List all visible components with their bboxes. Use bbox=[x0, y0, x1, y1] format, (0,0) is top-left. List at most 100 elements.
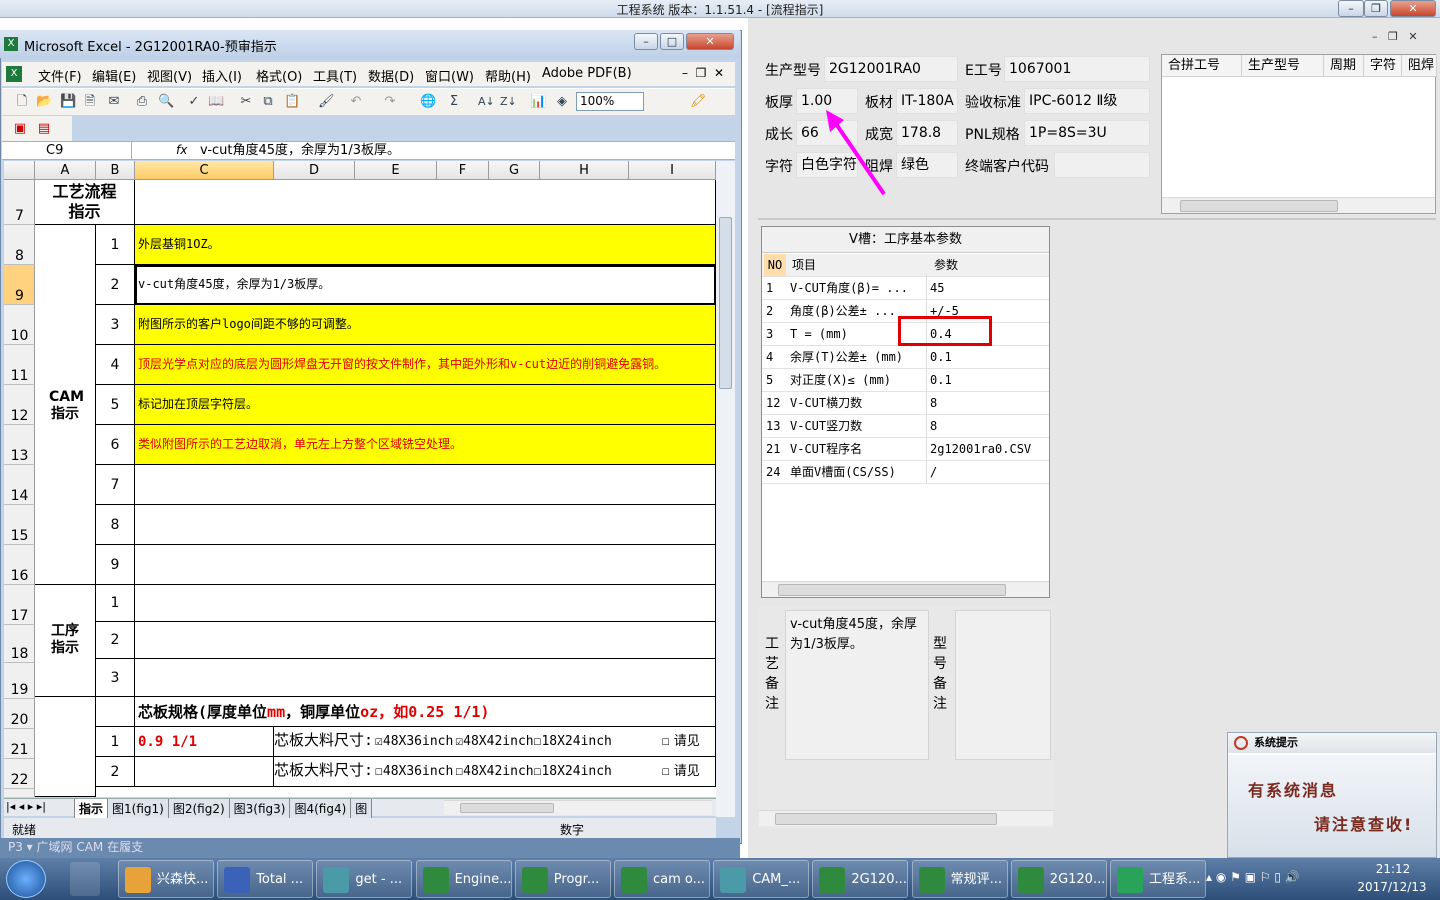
vgroove-row[interactable]: 4 余厚(T)公差± (mm) 0.1 bbox=[762, 346, 1049, 369]
row-header[interactable]: 17 bbox=[4, 585, 35, 625]
pdf-email-icon[interactable]: ▤ bbox=[36, 121, 52, 137]
zoom-select[interactable]: 100% bbox=[576, 92, 644, 111]
mdi-controls[interactable]: – ❐ ✕ bbox=[1372, 30, 1436, 44]
col-header-b[interactable]: B bbox=[96, 161, 135, 180]
col-header-h[interactable]: H bbox=[540, 161, 629, 180]
process-item-text[interactable] bbox=[135, 622, 716, 659]
taskbar-item[interactable]: CAM_... bbox=[713, 860, 810, 898]
print-preview-icon[interactable]: 🔍 bbox=[158, 94, 174, 110]
cam-item-text[interactable] bbox=[135, 465, 716, 505]
core-spec-title[interactable]: 芯板规格(厚度单位mm，铜厚单位oz，如0.25 1/1) bbox=[135, 697, 716, 727]
taskbar-item[interactable]: get - ... bbox=[316, 860, 413, 898]
checkbox-48x36[interactable]: ☐ bbox=[375, 764, 383, 779]
excel-close-button[interactable]: ✕ bbox=[686, 33, 734, 50]
calculator-icon[interactable] bbox=[70, 862, 100, 896]
row-header[interactable]: 7 bbox=[4, 180, 35, 225]
sort-descending-icon[interactable]: Z↓ bbox=[500, 94, 517, 110]
eno-field[interactable]: 1067001 bbox=[1004, 56, 1150, 82]
col-header-g[interactable]: G bbox=[489, 161, 540, 180]
drawing-icon[interactable]: ◈ bbox=[554, 94, 570, 110]
cam-item-number[interactable]: 3 bbox=[96, 305, 135, 345]
vgroove-row[interactable]: 24 单面V槽面(CS/SS) / bbox=[762, 461, 1049, 484]
tray-icons[interactable]: ▴ ◉ ⚑ ▣ ⚐ ▯ 🔊 bbox=[1206, 870, 1300, 884]
menu-data[interactable]: 数据(D) bbox=[368, 66, 414, 85]
row-header[interactable]: 13 bbox=[4, 425, 35, 465]
col-header-i[interactable]: I bbox=[629, 161, 716, 180]
row-header[interactable]: 21 bbox=[4, 729, 35, 759]
process-item-number[interactable]: 3 bbox=[96, 659, 135, 697]
material-field[interactable]: IT-180A bbox=[896, 88, 958, 114]
taskbar-item[interactable]: 工程系... bbox=[1110, 860, 1206, 898]
permission-icon[interactable]: 🗎 bbox=[82, 94, 98, 110]
pdf-convert-icon[interactable]: ▣ bbox=[12, 121, 28, 137]
paste-icon[interactable]: 📋 bbox=[284, 94, 300, 110]
print-icon[interactable]: ⎙ bbox=[134, 94, 150, 110]
system-notice-popup[interactable]: 系统提示 有系统消息 请注意查收! bbox=[1227, 732, 1437, 858]
cell-a7[interactable]: 工艺流程指示 bbox=[35, 180, 135, 225]
cam-item-text[interactable] bbox=[135, 545, 716, 585]
cell-b20[interactable] bbox=[96, 697, 135, 727]
excel-minimize-button[interactable]: – bbox=[634, 33, 658, 50]
new-icon[interactable]: 🗋 bbox=[14, 94, 30, 110]
row-header[interactable]: 22 bbox=[4, 759, 35, 789]
cam-item-number[interactable]: 8 bbox=[96, 505, 135, 545]
checkbox-other[interactable]: ☐ bbox=[662, 764, 670, 779]
vgroove-row[interactable]: 12 V-CUT横刀数 8 bbox=[762, 392, 1049, 415]
cam-item-text[interactable]: 标记加在顶层字符层。 bbox=[135, 385, 716, 425]
vgroove-row[interactable]: 21 V-CUT程序名 2g12001ra0.CSV bbox=[762, 438, 1049, 461]
grid-header-cycle[interactable]: 周期 bbox=[1324, 55, 1364, 77]
row-header[interactable]: 14 bbox=[4, 465, 35, 505]
col-header-a[interactable]: A bbox=[35, 161, 96, 180]
customer-code-field[interactable] bbox=[1054, 152, 1150, 178]
clock-time[interactable]: 21:12 bbox=[1356, 862, 1430, 876]
col-header-e[interactable]: E bbox=[355, 161, 437, 180]
checkbox-48x42[interactable]: ☐ bbox=[455, 764, 463, 779]
core-spec-value[interactable] bbox=[135, 757, 274, 787]
autosum-icon[interactable]: Σ bbox=[446, 94, 462, 110]
taskbar-item[interactable]: Progr... bbox=[514, 860, 611, 898]
sheet-tab[interactable]: 指示 bbox=[74, 799, 109, 819]
row-header[interactable] bbox=[4, 789, 35, 797]
grid-header-merge-no[interactable]: 合拼工号 bbox=[1162, 55, 1242, 77]
col-header-c[interactable]: C bbox=[135, 161, 274, 180]
grid-header-mask[interactable]: 阻焊 bbox=[1402, 55, 1437, 77]
cam-label-cell[interactable]: CAM指示 bbox=[35, 225, 96, 585]
checkbox-other[interactable]: ☐ bbox=[662, 734, 670, 749]
chart-wizard-icon[interactable]: 📊 bbox=[530, 94, 546, 110]
sheet-nav-buttons[interactable]: |◂ ◂ ▸ ▸| bbox=[6, 800, 46, 813]
vgroove-row[interactable]: 13 V-CUT竖刀数 8 bbox=[762, 415, 1049, 438]
menu-insert[interactable]: 插入(I) bbox=[202, 66, 242, 85]
core-row-number[interactable]: 1 bbox=[96, 727, 135, 757]
row-header[interactable]: 18 bbox=[4, 625, 35, 663]
vgroove-row[interactable]: 5 对正度(X)≤ (mm) 0.1 bbox=[762, 369, 1049, 392]
taskbar-item[interactable]: 2G120... bbox=[1010, 860, 1107, 898]
cam-item-text[interactable]: 类似附图所示的工艺边取消，单元左上方整个区域铣空处理。 bbox=[135, 425, 716, 465]
cam-item-text[interactable]: 附图所示的客户logo间距不够的可调整。 bbox=[135, 305, 716, 345]
core-row-number[interactable]: 2 bbox=[96, 757, 135, 787]
cam-item-number[interactable]: 6 bbox=[96, 425, 135, 465]
taskbar-item[interactable]: Engine... bbox=[415, 860, 512, 898]
cam-item-text[interactable]: 外层基铜1OZ。 bbox=[135, 225, 716, 265]
row-header[interactable]: 10 bbox=[4, 305, 35, 345]
sheet-tab[interactable]: 图2(fig2) bbox=[167, 799, 230, 819]
row-header[interactable]: 11 bbox=[4, 345, 35, 385]
formula-input[interactable]: v-cut角度45度，余厚为1/3板厚。 bbox=[200, 142, 400, 159]
cam-item-number[interactable]: 5 bbox=[96, 385, 135, 425]
menu-file[interactable]: 文件(F) bbox=[38, 66, 82, 85]
core-spec-value[interactable]: 0.9 1/1 bbox=[135, 727, 274, 757]
process-item-text[interactable] bbox=[135, 659, 716, 697]
fx-icon[interactable]: fx bbox=[176, 143, 187, 157]
menu-help[interactable]: 帮助(H) bbox=[485, 66, 531, 85]
restore-button[interactable]: ❐ bbox=[1364, 0, 1388, 17]
cam-item-text[interactable] bbox=[135, 505, 716, 545]
checkbox-48x42[interactable]: ☑ bbox=[455, 734, 463, 749]
row-header[interactable]: 19 bbox=[4, 663, 35, 699]
save-icon[interactable]: 💾 bbox=[60, 94, 76, 110]
undo-icon[interactable]: ↶ bbox=[348, 94, 364, 110]
copy-icon[interactable]: ⧉ bbox=[260, 94, 276, 110]
excel-doc-icon[interactable]: X bbox=[6, 66, 22, 82]
taskbar-item[interactable]: 2G120... bbox=[812, 860, 909, 898]
sheet-tab[interactable]: 图 bbox=[350, 799, 373, 819]
cam-item-number[interactable]: 7 bbox=[96, 465, 135, 505]
sheet-tab[interactable]: 图4(fig4) bbox=[289, 799, 352, 819]
